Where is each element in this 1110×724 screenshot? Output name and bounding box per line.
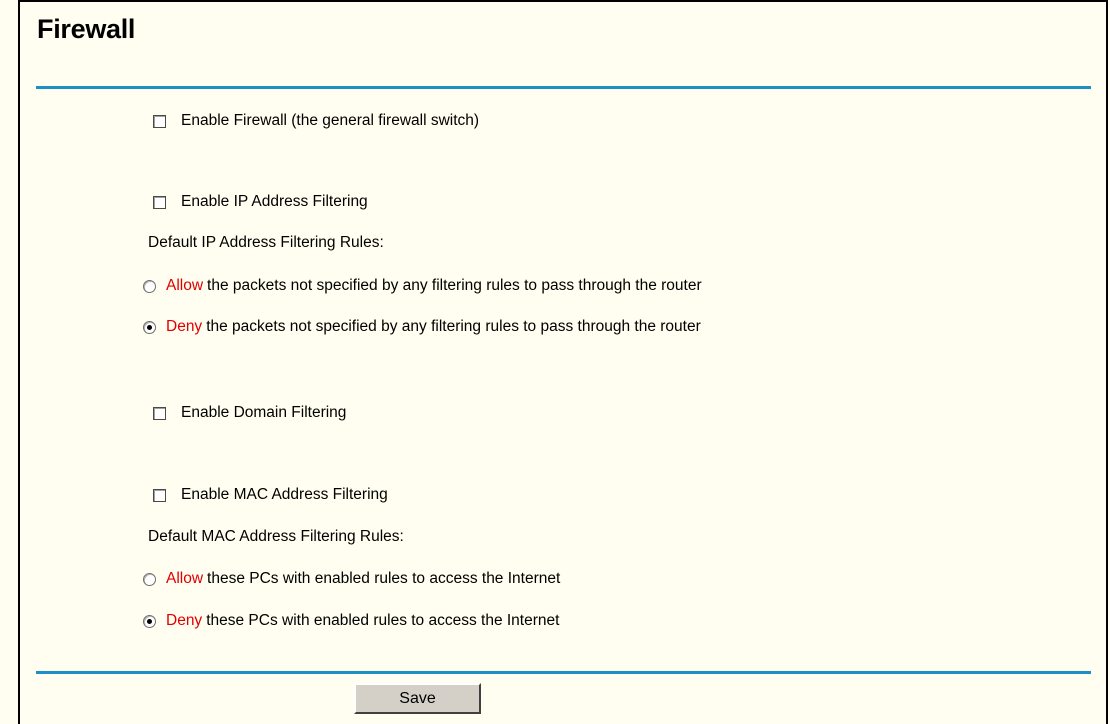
enable-domain-filtering-label: Enable Domain Filtering	[181, 404, 347, 421]
ip-rule-allow-row[interactable]: Allow the packets not specified by any f…	[143, 275, 702, 297]
enable-mac-filtering-checkbox[interactable]	[153, 488, 166, 502]
mac-rule-deny-text: these PCs with enabled rules to access t…	[206, 612, 560, 629]
enable-mac-filtering-label: Enable MAC Address Filtering	[181, 486, 388, 503]
enable-ip-filtering-label: Enable IP Address Filtering	[181, 193, 368, 210]
mac-rule-allow-row[interactable]: Allow these PCs with enabled rules to ac…	[143, 568, 561, 590]
mac-rules-heading: Default MAC Address Filtering Rules:	[148, 528, 404, 545]
ip-rule-deny-radio[interactable]	[143, 320, 156, 334]
ip-rule-deny-row[interactable]: Deny the packets not specified by any fi…	[143, 316, 701, 338]
mac-rule-deny-radio[interactable]	[143, 614, 156, 628]
radio-selected-dot	[147, 618, 152, 624]
mac-rule-allow-radio[interactable]	[143, 572, 156, 586]
enable-firewall-checkbox[interactable]	[153, 114, 166, 128]
enable-mac-filtering-row[interactable]: Enable MAC Address Filtering	[150, 484, 388, 506]
mac-rule-allow-keyword: Allow	[166, 570, 204, 587]
save-button[interactable]: Save	[354, 683, 481, 714]
ip-rules-heading: Default IP Address Filtering Rules:	[148, 234, 384, 251]
enable-domain-filtering-checkbox[interactable]	[153, 406, 166, 420]
enable-ip-filtering-row[interactable]: Enable IP Address Filtering	[150, 191, 368, 213]
enable-domain-filtering-row[interactable]: Enable Domain Filtering	[150, 402, 346, 424]
divider-bottom	[36, 671, 1091, 674]
mac-rule-deny-row[interactable]: Deny these PCs with enabled rules to acc…	[143, 610, 560, 632]
ip-rule-deny-text: the packets not specified by any filteri…	[206, 318, 701, 335]
page-title: Firewall	[37, 14, 136, 44]
enable-ip-filtering-checkbox[interactable]	[153, 195, 166, 209]
ip-rule-allow-radio[interactable]	[143, 279, 156, 293]
radio-selected-dot	[147, 324, 152, 330]
mac-rule-allow-text: these PCs with enabled rules to access t…	[207, 570, 561, 587]
ip-rule-deny-keyword: Deny	[166, 318, 203, 335]
enable-firewall-label: Enable Firewall (the general firewall sw…	[181, 112, 480, 129]
ip-rule-allow-text: the packets not specified by any filteri…	[207, 277, 702, 294]
divider-top	[36, 86, 1091, 89]
mac-rule-deny-keyword: Deny	[166, 612, 203, 629]
ip-rule-allow-keyword: Allow	[166, 277, 204, 294]
enable-firewall-row[interactable]: Enable Firewall (the general firewall sw…	[150, 110, 479, 132]
